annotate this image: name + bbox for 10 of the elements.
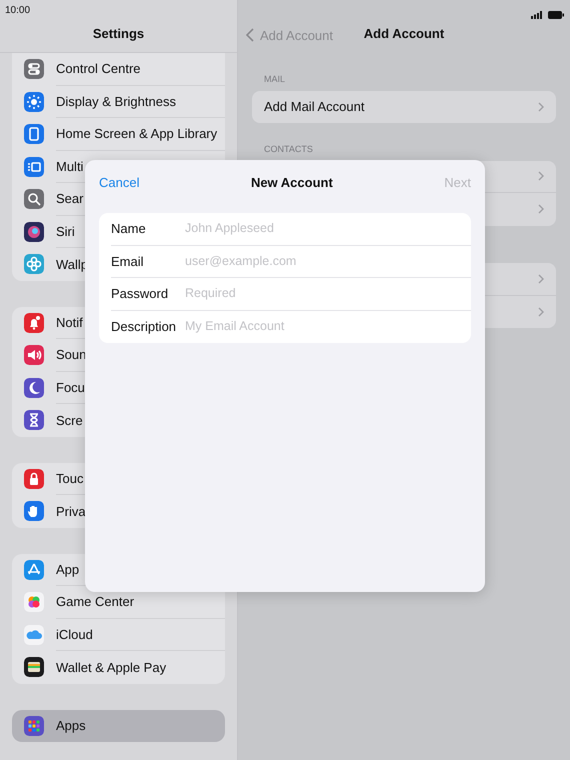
section-header: CONTACTS [263, 143, 314, 156]
section-header: MAIL [263, 73, 286, 86]
status-time: 10:00 [4, 4, 32, 18]
field-label: Description [111, 318, 178, 336]
sidebar-title: Settings [92, 25, 146, 43]
page-title: Add Account [364, 24, 444, 42]
modal-title: New Account [250, 174, 333, 192]
field-label: Name [111, 220, 147, 238]
field-label: Email [111, 252, 145, 270]
field-label: Password [111, 285, 170, 303]
